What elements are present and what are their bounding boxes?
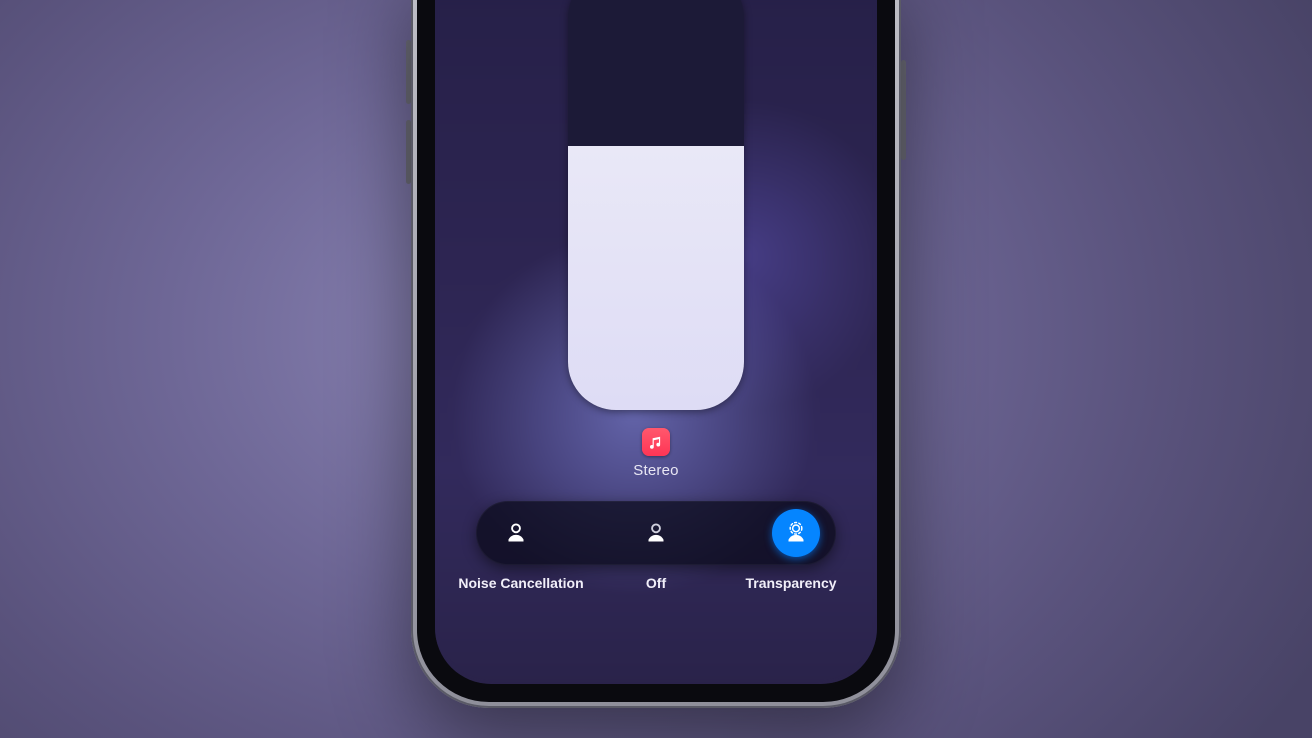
noise-cancellation-button[interactable] bbox=[492, 509, 540, 557]
mode-labels: Noise Cancellation Off Transparency bbox=[456, 575, 856, 591]
now-playing-app[interactable]: Stereo bbox=[633, 428, 678, 479]
spatial-audio-label: Stereo bbox=[633, 462, 678, 479]
off-mode-icon bbox=[641, 518, 671, 548]
off-label: Off bbox=[606, 575, 706, 591]
transparency-label: Transparency bbox=[726, 575, 856, 591]
transparency-button[interactable] bbox=[772, 509, 820, 557]
music-app-icon bbox=[642, 428, 670, 456]
volume-fill bbox=[568, 146, 744, 410]
phone-screen: Stereo bbox=[435, 0, 877, 684]
iphone-mockup: Stereo bbox=[411, 0, 901, 708]
noise-cancellation-icon bbox=[501, 518, 531, 548]
transparency-icon bbox=[781, 518, 811, 548]
power-hw-button bbox=[901, 60, 906, 160]
noise-cancellation-label: Noise Cancellation bbox=[456, 575, 586, 591]
volume-slider[interactable] bbox=[568, 0, 744, 410]
off-button[interactable] bbox=[632, 509, 680, 557]
listening-mode-selector bbox=[476, 501, 836, 565]
